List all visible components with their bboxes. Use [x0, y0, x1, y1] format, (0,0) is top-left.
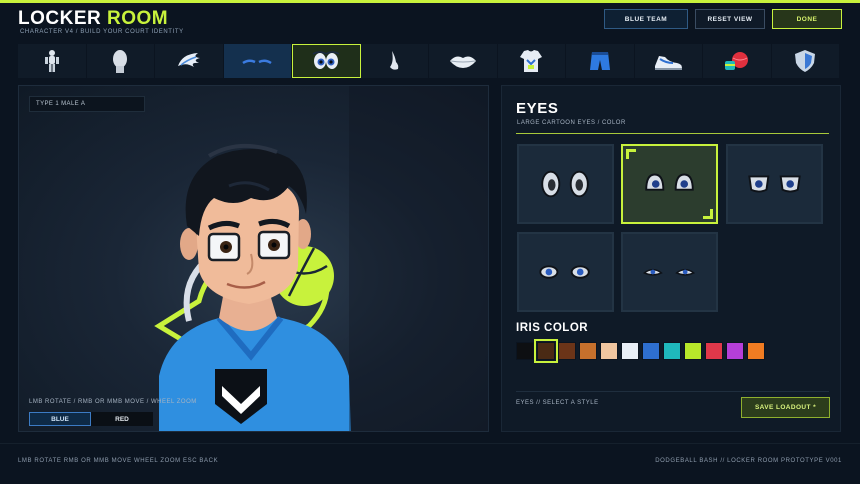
selection-corner [703, 209, 713, 219]
team-toggle: BLUE RED [29, 412, 153, 426]
iris-color-swatch[interactable] [705, 342, 723, 360]
customization-panel: EYES LARGE CARTOON EYES / COLOR IRIS COL… [501, 85, 841, 432]
iris-color-swatches [516, 339, 765, 363]
page-title: LOCKER ROOM [18, 8, 168, 30]
shoes-icon [655, 56, 683, 70]
iris-color-swatch[interactable] [726, 342, 744, 360]
nose-icon [390, 51, 399, 70]
character-viewport[interactable]: TYPE 1 MALE A LMB ROTATE / RMB OR MMB MO… [18, 85, 489, 432]
iris-color-swatch[interactable] [579, 342, 597, 360]
iris-color-swatch[interactable] [642, 342, 660, 360]
tab-lips[interactable] [429, 44, 498, 78]
selection-corner [626, 149, 636, 159]
save-loadout-button[interactable]: SAVE LOADOUT * [741, 397, 830, 418]
team-red-button[interactable]: RED [91, 412, 153, 426]
iris-color-swatch[interactable] [600, 342, 618, 360]
lips-icon [449, 56, 476, 68]
eye-option-3[interactable] [726, 144, 823, 224]
eye-style-preview [748, 175, 801, 193]
title-accent: ROOM [107, 8, 169, 29]
header: LOCKER ROOM CHARACTER V4 / BUILD YOUR CO… [0, 3, 860, 43]
tab-shoes[interactable] [635, 44, 703, 78]
tab-shorts[interactable] [566, 44, 635, 78]
head-shape-icon [113, 50, 128, 73]
done-button[interactable]: DONE [772, 9, 842, 29]
iris-color-swatch[interactable] [516, 342, 534, 360]
eye-option-4[interactable] [517, 232, 614, 312]
shorts-icon [589, 52, 610, 70]
iris-color-swatch[interactable] [558, 342, 576, 360]
footer-divider [0, 443, 860, 444]
title-main: LOCKER [18, 8, 102, 29]
tab-hair[interactable] [155, 44, 224, 78]
tab-equipment[interactable] [703, 44, 772, 78]
eye-style-preview [541, 170, 589, 198]
footer-build-label: DODGEBALL BASH // LOCKER ROOM PROTOTYPE … [655, 458, 842, 464]
character-preview[interactable] [19, 86, 489, 432]
tab-emblem[interactable] [772, 44, 840, 78]
tab-head[interactable] [87, 44, 155, 78]
tab-body[interactable] [18, 44, 87, 78]
iris-color-swatch[interactable] [684, 342, 702, 360]
tab-nose[interactable] [361, 44, 429, 78]
shield-icon [795, 50, 816, 72]
iris-color-swatch[interactable] [621, 342, 639, 360]
page-subtitle: CHARACTER V4 / BUILD YOUR COURT IDENTITY [20, 29, 184, 35]
character-head [180, 143, 311, 304]
iris-color-title: IRIS COLOR [516, 322, 589, 334]
divider [516, 133, 829, 134]
iris-color-swatch[interactable] [663, 342, 681, 360]
team-blue-button[interactable]: BLUE [29, 412, 91, 426]
eyebrows-icon [242, 59, 272, 65]
tab-jersey[interactable] [498, 44, 566, 78]
eye-option-1[interactable] [517, 144, 614, 224]
panel-subtitle: LARGE CARTOON EYES / COLOR [517, 120, 626, 126]
reset-view-button[interactable]: RESET VIEW [695, 9, 765, 29]
panel-title: EYES [516, 100, 559, 117]
jersey-icon [520, 50, 543, 72]
viewport-controls-hint: LMB ROTATE / RMB OR MMB MOVE / WHEEL ZOO… [29, 399, 197, 405]
panel-hint: EYES // SELECT A STYLE [516, 400, 599, 406]
iris-color-swatch[interactable] [534, 339, 558, 363]
team-button[interactable]: BLUE TEAM [604, 9, 688, 29]
dodgeball-icon [724, 52, 748, 70]
full-body-icon [44, 50, 59, 72]
iris-color-swatch[interactable] [747, 342, 765, 360]
eye-option-5[interactable] [621, 232, 718, 312]
eye-style-preview [642, 268, 696, 276]
footer-controls-hint: LMB ROTATE RMB OR MMB MOVE WHEEL ZOOM ES… [18, 458, 219, 464]
eyes-icon [312, 51, 340, 69]
tab-eyes[interactable] [292, 44, 361, 78]
eye-option-2[interactable] [621, 144, 718, 224]
preset-label[interactable]: TYPE 1 MALE A [29, 96, 145, 112]
eye-style-preview [539, 265, 590, 279]
category-bar [18, 44, 840, 78]
tab-eyebrows[interactable] [223, 44, 292, 78]
divider [516, 391, 829, 392]
hair-icon [177, 53, 200, 67]
